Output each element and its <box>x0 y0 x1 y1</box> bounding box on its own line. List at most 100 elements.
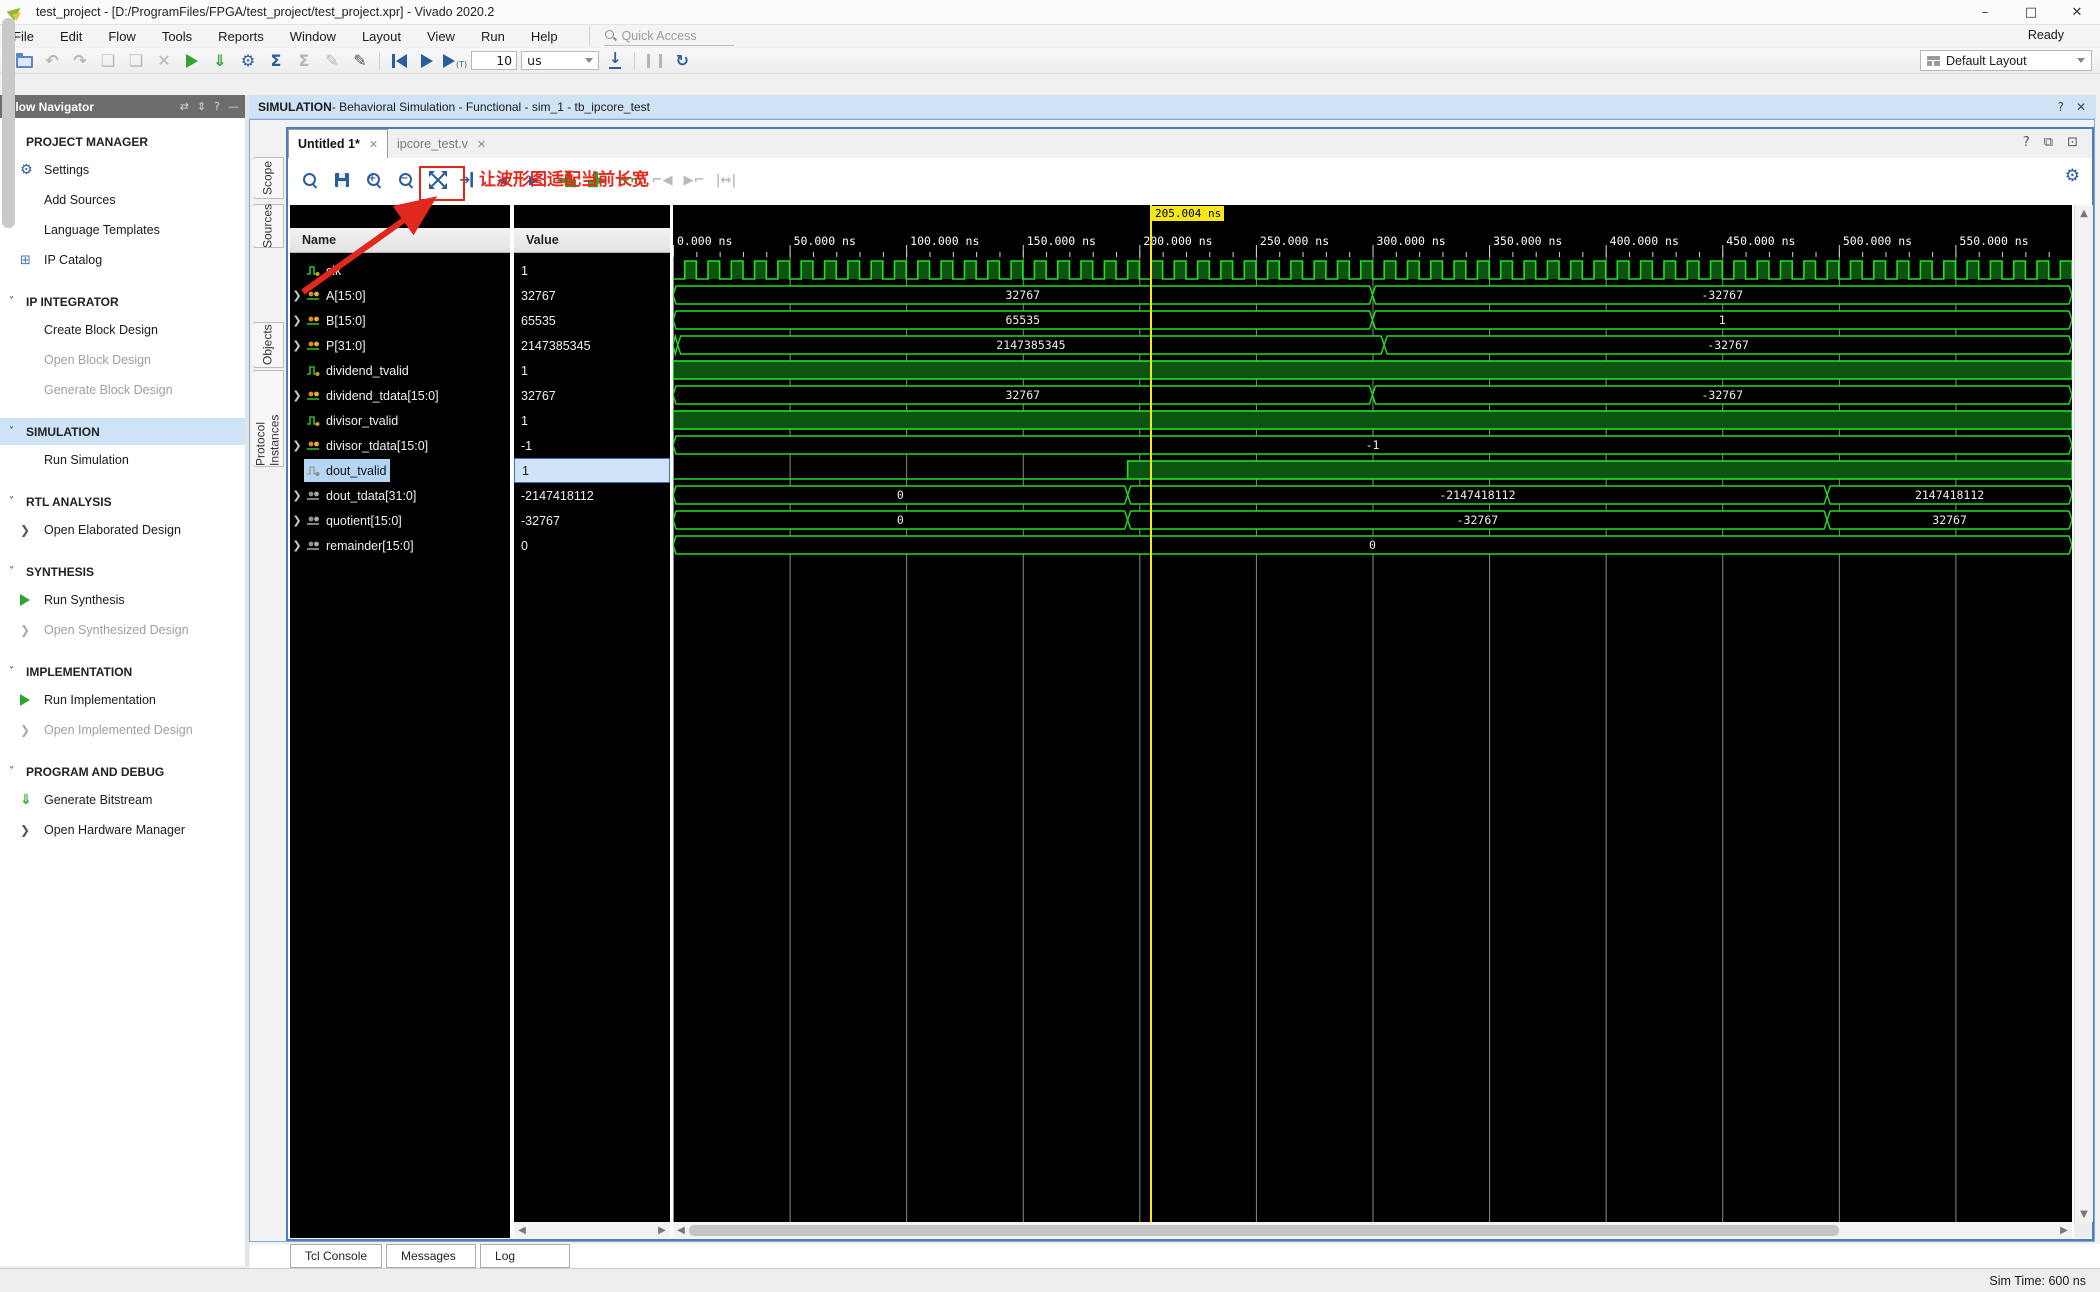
sidebar-item-run-synthesis[interactable]: Run Synthesis <box>0 585 245 615</box>
side-tab-objects[interactable]: Objects <box>252 322 284 368</box>
save-waveform-button[interactable] <box>329 165 355 195</box>
search-button[interactable] <box>297 165 323 195</box>
menu-edit[interactable]: Edit <box>47 27 95 46</box>
sidebar-item-settings[interactable]: ⚙ Settings <box>0 155 245 185</box>
sidebar-item-ip-catalog[interactable]: ⊞ IP Catalog <box>0 245 245 275</box>
expand-chevron-icon[interactable]: ❯ <box>290 289 304 302</box>
side-tab-protocol-instances[interactable]: Protocol Instances <box>252 370 284 467</box>
signal-row-dividend_tvalid[interactable]: dividend_tvalid <box>290 358 510 383</box>
scroll-up-icon[interactable]: ▲ <box>2075 205 2093 221</box>
sidebar-section-simulation[interactable]: ˅ SIMULATION <box>0 418 245 445</box>
relaunch-button[interactable]: ↻ <box>670 50 694 72</box>
close-icon[interactable]: ✕ <box>2076 100 2086 114</box>
signal-row-divisor_tdata150[interactable]: ❯ divisor_tdata[15:0] <box>290 433 510 458</box>
zoom-out-button[interactable]: − <box>393 165 419 195</box>
menu-help[interactable]: Help <box>518 27 571 46</box>
signal-value-divisor_tvalid[interactable]: 1 <box>514 408 670 433</box>
wave-vscrollbar-thumb[interactable] <box>2 18 15 228</box>
sim-unit-select[interactable]: us <box>521 51 600 70</box>
menu-view[interactable]: View <box>414 27 468 46</box>
run-for-button[interactable]: (T) <box>443 50 467 72</box>
quick-access-search[interactable]: Quick Access <box>588 26 734 46</box>
tab-messages[interactable]: Messages <box>386 1244 477 1268</box>
signal-row-dout_tvalid[interactable]: dout_tvalid <box>290 458 510 483</box>
scroll-right-icon[interactable]: ▶ <box>654 1225 670 1236</box>
sidebar-item-run-simulation[interactable]: Run Simulation <box>0 445 245 475</box>
menu-window[interactable]: Window <box>277 27 349 46</box>
signal-row-B150[interactable]: ❯ B[15:0] <box>290 308 510 333</box>
minimize-button[interactable]: – <box>1962 0 2008 24</box>
maximize-button[interactable]: □ <box>2008 0 2054 24</box>
menu-tools[interactable]: Tools <box>149 27 205 46</box>
flow-navigator-header-icon-0[interactable]: ⇄ <box>180 100 189 113</box>
expand-chevron-icon[interactable]: ❯ <box>290 339 304 352</box>
menu-flow[interactable]: Flow <box>95 27 148 46</box>
flow-navigator-header-icon-2[interactable]: ? <box>214 100 220 113</box>
wave-hscrollbar-thumb[interactable] <box>689 1224 1839 1236</box>
signal-row-A150[interactable]: ❯ A[15:0] <box>290 283 510 308</box>
menu-reports[interactable]: Reports <box>205 27 277 46</box>
signal-value-dividend_tvalid[interactable]: 1 <box>514 358 670 383</box>
maximize-panel-icon[interactable]: ⊡ <box>2067 135 2078 150</box>
signal-row-dividend_tdata150[interactable]: ❯ dividend_tdata[15:0] <box>290 383 510 408</box>
edit-constraints-button[interactable]: ✎ <box>348 50 372 72</box>
sidebar-item-add-sources[interactable]: Add Sources <box>0 185 245 215</box>
help-icon[interactable]: ? <box>2058 100 2064 114</box>
cursor-time-flag[interactable]: 205.004 ns <box>1152 206 1225 221</box>
float-window-icon[interactable]: ⧉ <box>2044 135 2053 150</box>
report-button[interactable]: Σ <box>264 50 288 72</box>
signal-row-remainder150[interactable]: ❯ remainder[15:0] <box>290 533 510 558</box>
sidebar-item-open-elaborated-design[interactable]: ❯ Open Elaborated Design <box>0 515 245 545</box>
tab-untitled-1-[interactable]: Untitled 1* ✕ <box>288 129 389 158</box>
signal-row-divisor_tvalid[interactable]: divisor_tvalid <box>290 408 510 433</box>
wave-hscrollbar[interactable]: ◀ ▶ <box>673 1222 2072 1238</box>
sidebar-item-generate-bitstream[interactable]: ⇓ Generate Bitstream <box>0 785 245 815</box>
sidebar-item-run-implementation[interactable]: Run Implementation <box>0 685 245 715</box>
signal-row-dout_tdata310[interactable]: ❯ dout_tdata[31:0] <box>290 483 510 508</box>
sidebar-section-implementation[interactable]: ˅ IMPLEMENTATION <box>0 658 245 685</box>
tab-log[interactable]: Log <box>480 1244 571 1268</box>
restart-sim-button[interactable] <box>387 50 411 72</box>
expand-chevron-icon[interactable]: ❯ <box>290 389 304 402</box>
run-button[interactable] <box>180 50 204 72</box>
name-column-header[interactable]: Name <box>290 228 510 253</box>
flow-navigator-header-icon-3[interactable]: — <box>228 100 239 113</box>
signal-row-clk[interactable]: clk <box>290 258 510 283</box>
scroll-left-icon[interactable]: ◀ <box>514 1225 530 1236</box>
signal-value-clk[interactable]: 1 <box>514 258 670 283</box>
sidebar-section-project-manager[interactable]: ˅PROJECT MANAGER <box>0 128 245 155</box>
sidebar-item-language-templates[interactable]: Language Templates <box>0 215 245 245</box>
signal-value-dout_tdata310[interactable]: -2147418112 <box>514 483 670 508</box>
side-tab-sources[interactable]: Sources <box>252 204 284 248</box>
expand-chevron-icon[interactable]: ❯ <box>290 514 304 527</box>
tab-ipcore-test-v[interactable]: ipcore_test.v ✕ <box>388 130 495 158</box>
settings-button[interactable]: ⚙ <box>236 50 260 72</box>
signal-value-dout_tvalid[interactable]: 1 <box>514 458 670 483</box>
expand-chevron-icon[interactable]: ❯ <box>290 489 304 502</box>
help-icon[interactable]: ? <box>2023 135 2030 150</box>
signal-value-P310[interactable]: 2147385345 <box>514 333 670 358</box>
menu-layout[interactable]: Layout <box>349 27 414 46</box>
signal-row-P310[interactable]: ❯ P[31:0] <box>290 333 510 358</box>
layout-selector[interactable]: Default Layout <box>1920 50 2092 71</box>
flow-navigator-header-icon-1[interactable]: ⇕ <box>197 100 206 113</box>
run-all-button[interactable] <box>415 50 439 72</box>
expand-chevron-icon[interactable]: ❯ <box>290 314 304 327</box>
sim-runtime-input[interactable]: 10 <box>471 51 518 70</box>
signal-value-divisor_tdata150[interactable]: -1 <box>514 433 670 458</box>
scroll-left-icon[interactable]: ◀ <box>673 1225 689 1236</box>
signal-value-B150[interactable]: 65535 <box>514 308 670 333</box>
value-column-header[interactable]: Value <box>514 228 670 253</box>
sidebar-section-rtl-analysis[interactable]: ˅ RTL ANALYSIS <box>0 488 245 515</box>
tab-tcl-console[interactable]: Tcl Console <box>290 1244 383 1268</box>
sidebar-section-program-and-debug[interactable]: ˅ PROGRAM AND DEBUG <box>0 758 245 785</box>
side-tab-scope[interactable]: Scope <box>252 157 284 199</box>
sidebar-item-create-block-design[interactable]: Create Block Design <box>0 315 245 345</box>
wave-vscrollbar[interactable]: ▲ ▼ <box>2074 205 2093 1222</box>
tab-close-icon[interactable]: ✕ <box>369 138 378 151</box>
signal-value-remainder150[interactable]: 0 <box>514 533 670 558</box>
zoom-in-button[interactable]: + <box>361 165 387 195</box>
value-hscrollbar[interactable]: ◀ ▶ <box>514 1222 670 1238</box>
signal-row-quotient150[interactable]: ❯ quotient[15:0] <box>290 508 510 533</box>
open-file-button[interactable] <box>12 50 36 72</box>
